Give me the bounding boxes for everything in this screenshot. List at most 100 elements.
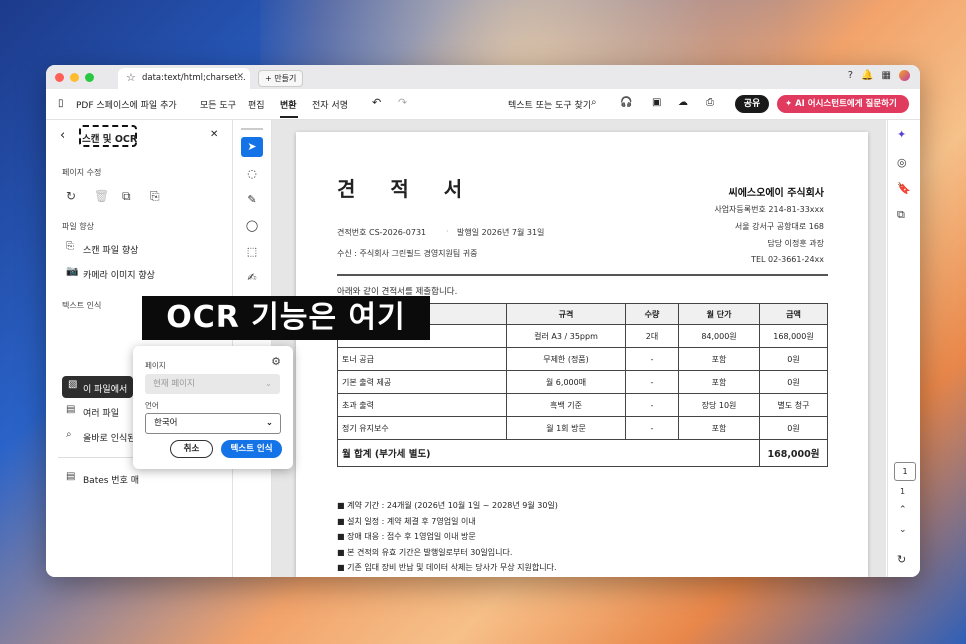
tab-bar: ☆ data:text/html;charset... ✕ + 만들기 ? 🔔 … (46, 65, 920, 89)
search-icon[interactable]: ⌕ (591, 97, 597, 108)
minimize-window-button[interactable] (70, 73, 79, 82)
cell: 흑백 기준 (506, 393, 626, 417)
page-select[interactable]: 현재 페이지 ⌄ (145, 374, 280, 394)
bates-icon: ▤ (66, 471, 76, 482)
correct-recognized-item[interactable]: 올바로 인식된 (83, 431, 136, 444)
page-number-input[interactable]: 1 (894, 462, 916, 481)
right-rail: ✦ ◎ 🔖 ⧉ 1 1 ⌃ ⌄ ↻ ▤ ⊕ ⊖ (887, 120, 920, 577)
trash-icon[interactable]: 🗑 (94, 189, 109, 203)
enhance-camera-item[interactable]: 카메라 이미지 향상 (83, 268, 155, 281)
menu-edit[interactable]: 편집 (248, 98, 265, 111)
undo-icon[interactable]: ↶ (372, 96, 381, 109)
ai-summary-icon[interactable]: ✦ (897, 128, 906, 141)
cell: 0원 (759, 347, 828, 371)
language-select[interactable]: 한국어 ⌄ (145, 413, 281, 434)
col-header-unit-price: 월 단가 (678, 303, 760, 325)
rotate-icon[interactable]: ↻ (66, 189, 76, 203)
browser-tab[interactable]: ☆ data:text/html;charset... ✕ (118, 68, 250, 89)
pages-icon[interactable]: ⧉ (897, 208, 905, 222)
meta-separator: · (446, 227, 449, 236)
cell: 168,000원 (759, 324, 828, 348)
menu-esign[interactable]: 전자 서명 (312, 98, 348, 111)
cell: 2대 (625, 324, 679, 348)
close-tab-icon[interactable]: ✕ (236, 72, 244, 82)
camera-icon: 📷 (66, 266, 79, 277)
cell: - (625, 370, 679, 394)
insert-page-icon[interactable]: ⎘ (150, 189, 160, 204)
cell: 0원 (759, 370, 828, 394)
next-page-icon[interactable]: ⌄ (899, 525, 907, 535)
menu-all-tools[interactable]: 모든 도구 (200, 98, 236, 111)
star-icon[interactable]: ☆ (126, 71, 136, 84)
help-icon[interactable]: ? (848, 70, 853, 81)
lasso-tool-icon[interactable]: ◯ (241, 216, 263, 236)
company-name: 씨에스오에이 주식회사 (728, 188, 824, 199)
tab-title: data:text/html;charset... (142, 73, 246, 83)
col-header-qty: 수량 (625, 303, 679, 325)
maximize-window-button[interactable] (85, 73, 94, 82)
cell: 포함 (678, 416, 760, 440)
page-label: 페이지 (145, 361, 166, 370)
search-tools-button[interactable]: 텍스트 또는 도구 찾기 (508, 98, 591, 111)
profile-avatar[interactable] (899, 70, 910, 81)
settings-gear-icon[interactable]: ⚙ (271, 355, 281, 368)
note-item: ■ 장애 대응 : 접수 후 1영업일 이내 방문 (337, 532, 476, 541)
scan-enhance-icon: ⎘ (66, 241, 74, 252)
company-tel: TEL 02-3661-24xx (751, 255, 824, 264)
pen-tool-icon[interactable]: ✎ (241, 190, 263, 210)
close-window-button[interactable] (55, 73, 64, 82)
panel-title: 스캔 및 OCR (82, 134, 138, 145)
menu-convert[interactable]: 변환 (280, 98, 297, 111)
select-tool-icon[interactable]: ➤ (241, 137, 263, 157)
save-icon[interactable]: ▣ (652, 97, 661, 108)
ocr-multiple-files-item[interactable]: 여러 파일 (83, 406, 119, 419)
cell: 정기 유지보수 (337, 416, 507, 440)
note-item: ■ 본 견적의 유효 기간은 발행일로부터 30일입니다. (337, 547, 513, 557)
cell: 컬러 A3 / 35ppm (506, 324, 626, 348)
print-icon[interactable]: ⎙ (706, 97, 714, 108)
business-number: 사업자등록번호 214-81-33xxx (714, 205, 824, 214)
ai-assistant-button[interactable]: ✦ AI 어시스턴트에게 질문하기 (777, 95, 909, 113)
refresh-icon[interactable]: ↻ (897, 553, 906, 566)
language-select-value: 한국어 (154, 418, 178, 428)
page-select-value: 현재 페이지 (153, 379, 195, 389)
bell-icon[interactable]: 🔔 (861, 70, 873, 81)
cell: 포함 (678, 370, 760, 394)
new-tab-button[interactable]: + 만들기 (258, 70, 304, 87)
total-row: 월 합계 (부가세 별도) 168,000원 (337, 439, 828, 467)
prev-page-icon[interactable]: ⌃ (899, 505, 907, 515)
enhance-scan-item[interactable]: 스캔 파일 향상 (83, 243, 138, 256)
total-label: 월 합계 (부가세 별도) (337, 439, 760, 467)
share-button[interactable]: 공유 (735, 95, 769, 113)
comments-icon[interactable]: ◎ (897, 156, 907, 169)
tool-rail-handle[interactable] (241, 128, 263, 130)
headphones-icon[interactable]: 🎧 (620, 97, 632, 108)
table-row: 초과 출력 흑백 기준 - 장당 10원 별도 청구 (337, 393, 828, 417)
recognize-text-button[interactable]: 텍스트 인식 (221, 440, 282, 458)
comment-tool-icon[interactable]: ◌ (241, 164, 263, 184)
recipient: 수신 : 주식회사 그린필드 경영지원팀 귀중 (337, 249, 478, 258)
active-tab-underline (280, 116, 298, 118)
stamp-tool-icon[interactable]: ✍ (241, 268, 263, 288)
back-icon[interactable]: ‹ (60, 128, 65, 143)
page-info-icon[interactable]: ▤ (897, 576, 906, 577)
cloud-upload-icon[interactable]: ☁ (678, 97, 688, 108)
extract-page-icon[interactable]: ⧉ (122, 189, 131, 204)
bates-numbering-item[interactable]: Bates 번호 매 (83, 473, 139, 486)
table-row: 기본 출력 제공 월 6,000매 - 포함 0원 (337, 370, 828, 394)
table-row: 토너 공급 무제한 (정품) - 포함 0원 (337, 347, 828, 371)
add-file-button[interactable]: PDF 스페이스에 파일 추가 (76, 98, 177, 111)
text-select-tool-icon[interactable]: ⬚ (241, 242, 263, 262)
ocr-settings-popup: 페이지 ⚙ 현재 페이지 ⌄ 언어 한국어 ⌄ 취소 텍스트 인식 (133, 346, 293, 469)
top-icons: ? 🔔 ▦ (848, 70, 910, 81)
cell: 월 1회 방문 (506, 416, 626, 440)
document-viewer: 견 적 서 견적번호 CS-2026-0731 · 발행일 2026년 7월 3… (272, 120, 886, 577)
multi-file-icon: ▤ (66, 404, 76, 415)
company-manager: 담당 이정훈 과장 (767, 239, 824, 248)
bookmark-icon[interactable]: 🔖 (897, 182, 911, 195)
cancel-button[interactable]: 취소 (170, 440, 213, 458)
apps-grid-icon[interactable]: ▦ (882, 70, 891, 81)
close-panel-icon[interactable]: ✕ (210, 129, 218, 140)
cell: 기본 출력 제공 (337, 370, 507, 394)
redo-icon[interactable]: ↷ (398, 96, 407, 109)
